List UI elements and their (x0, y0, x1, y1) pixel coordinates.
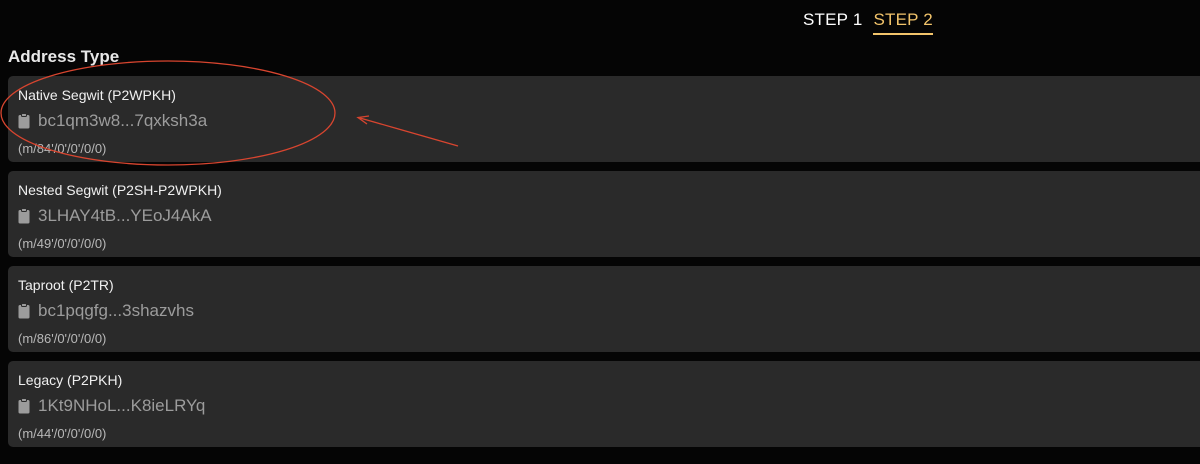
clipboard-icon[interactable] (18, 208, 30, 224)
address-value: 3LHAY4tB...YEoJ4AkA (38, 206, 212, 225)
address-type-option-native-segwit[interactable]: Native Segwit (P2WPKH) bc1qm3w8...7qxksh… (8, 76, 1200, 162)
address-value: bc1qm3w8...7qxksh3a (38, 111, 208, 130)
address-value: bc1pqgfg...3shazvhs (38, 301, 194, 320)
address-type-name: Nested Segwit (P2SH-P2WPKH) (18, 182, 222, 198)
clipboard-icon[interactable] (18, 398, 30, 414)
address-type-name: Taproot (P2TR) (18, 277, 114, 293)
derivation-path: (m/86'/0'/0'/0/0) (18, 331, 107, 346)
step-tabs: STEP 1 STEP 2 (803, 10, 933, 35)
address-row: 1Kt9NHoL...K8ieLRYq (18, 396, 205, 416)
address-type-name: Legacy (P2PKH) (18, 372, 123, 388)
address-value: 1Kt9NHoL...K8ieLRYq (38, 396, 206, 415)
derivation-path: (m/44'/0'/0'/0/0) (18, 426, 107, 441)
derivation-path: (m/49'/0'/0'/0/0) (18, 236, 107, 251)
address-row: bc1qm3w8...7qxksh3a (18, 111, 207, 131)
derivation-path: (m/84'/0'/0'/0/0) (18, 141, 107, 156)
clipboard-icon[interactable] (18, 303, 30, 319)
section-title: Address Type (8, 47, 120, 66)
address-row: bc1pqgfg...3shazvhs (18, 301, 194, 321)
page: STEP 1 STEP 2 Address Type Native Segwit… (0, 0, 1200, 464)
address-type-name: Native Segwit (P2WPKH) (18, 87, 176, 103)
tab-step-2[interactable]: STEP 2 (873, 10, 933, 35)
clipboard-icon[interactable] (18, 113, 30, 129)
address-row: 3LHAY4tB...YEoJ4AkA (18, 206, 212, 226)
address-type-option-nested-segwit[interactable]: Nested Segwit (P2SH-P2WPKH) 3LHAY4tB...Y… (8, 171, 1200, 257)
address-type-option-taproot[interactable]: Taproot (P2TR) bc1pqgfg...3shazvhs (m/86… (8, 266, 1200, 352)
address-type-option-legacy[interactable]: Legacy (P2PKH) 1Kt9NHoL...K8ieLRYq (m/44… (8, 361, 1200, 447)
tab-step-1[interactable]: STEP 1 (803, 10, 862, 35)
